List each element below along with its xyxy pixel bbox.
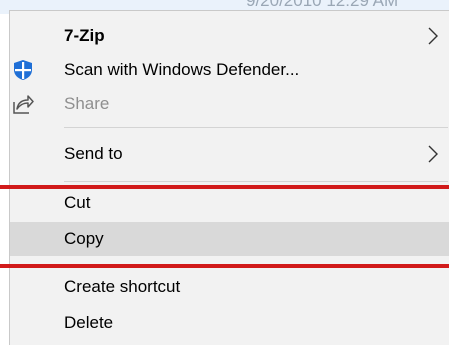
menu-item-cut[interactable]: Cut (10, 186, 449, 220)
context-menu: 7-Zip Scan with Windows Defender... Shar… (9, 10, 449, 345)
annotation-red-line-bottom (0, 264, 449, 268)
menu-separator (64, 181, 448, 182)
menu-item-label: Copy (64, 229, 104, 248)
windows-defender-shield-icon (14, 60, 32, 80)
menu-item-label: Delete (64, 313, 114, 332)
chevron-right-icon (428, 145, 438, 163)
menu-separator (64, 127, 448, 128)
menu-item-create-shortcut[interactable]: Create shortcut (10, 270, 449, 304)
menu-item-label: Send to (64, 144, 123, 163)
menu-item-label: Share (64, 94, 110, 113)
menu-item-scan-windows-defender[interactable]: Scan with Windows Defender... (10, 53, 449, 87)
menu-item-label: Scan with Windows Defender... (64, 60, 300, 79)
chevron-right-icon (428, 27, 438, 45)
menu-item-delete[interactable]: Delete (10, 306, 449, 340)
annotation-red-line-top (0, 185, 449, 189)
share-icon (13, 95, 34, 114)
menu-item-send-to[interactable]: Send to (10, 137, 449, 171)
menu-item-share: Share (10, 87, 449, 121)
menu-item-label: 7-Zip (64, 26, 105, 45)
menu-item-7zip[interactable]: 7-Zip (10, 19, 449, 53)
menu-item-label: Cut (64, 193, 91, 212)
menu-item-copy[interactable]: Copy (10, 222, 449, 256)
menu-item-label: Create shortcut (64, 277, 181, 296)
